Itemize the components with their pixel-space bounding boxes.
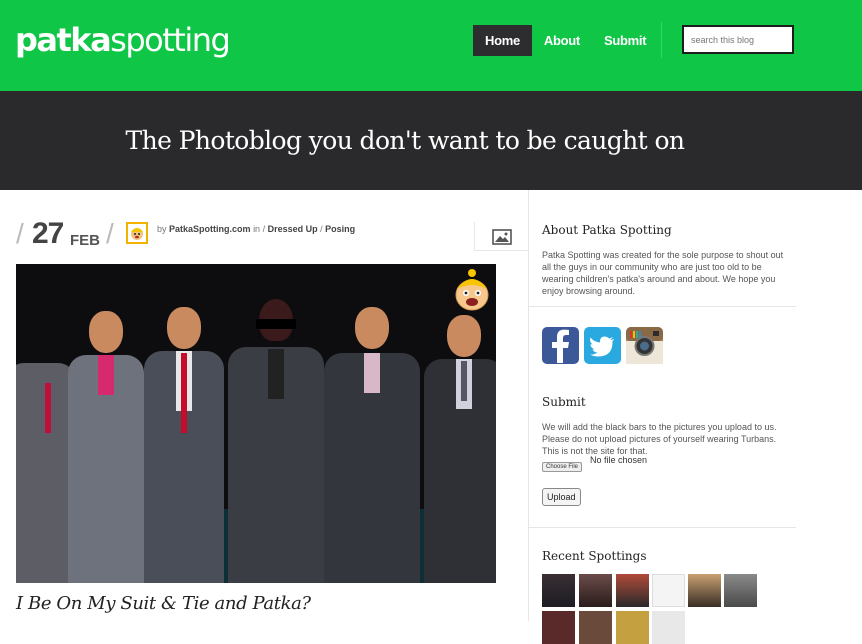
nav-about[interactable]: About bbox=[532, 25, 592, 56]
logo-bold: patka bbox=[15, 21, 112, 59]
photo-person bbox=[228, 299, 324, 583]
byline-in: in / bbox=[253, 224, 266, 234]
category-link-posing[interactable]: Posing bbox=[325, 224, 355, 234]
search-box bbox=[682, 25, 794, 54]
date-slash-left: / bbox=[16, 218, 24, 249]
instagram-link[interactable] bbox=[626, 327, 663, 364]
censor-bar bbox=[256, 319, 296, 329]
photo-person bbox=[424, 315, 496, 583]
post-image[interactable] bbox=[16, 264, 496, 583]
widget-separator bbox=[529, 306, 796, 307]
facebook-link[interactable] bbox=[542, 327, 579, 364]
logo-light: spotting bbox=[110, 21, 231, 59]
post-month: FEB bbox=[70, 232, 100, 249]
photo-person bbox=[324, 307, 420, 583]
choose-file-button[interactable]: Choose File bbox=[542, 462, 583, 472]
byline-by: by bbox=[157, 224, 167, 234]
recent-thumbnail[interactable] bbox=[652, 574, 685, 607]
submit-widget-text: We will add the black bars to the pictur… bbox=[542, 422, 777, 456]
recent-widget-title: Recent Spottings bbox=[542, 549, 647, 563]
recent-thumbnail[interactable] bbox=[616, 574, 649, 607]
recent-thumbnail[interactable] bbox=[542, 611, 575, 644]
file-status: No file chosen bbox=[590, 455, 648, 465]
nav-divider bbox=[661, 22, 662, 58]
nav-submit[interactable]: Submit bbox=[592, 25, 658, 56]
site-tagline: The Photoblog you don't want to be caugh… bbox=[125, 126, 685, 155]
instagram-icon bbox=[626, 327, 663, 364]
widget-separator bbox=[529, 527, 796, 528]
image-format-icon bbox=[492, 229, 512, 245]
recent-thumbnail[interactable] bbox=[579, 574, 612, 607]
facebook-icon bbox=[552, 329, 569, 363]
post-title[interactable]: I Be On My Suit & Tie and Patka? bbox=[16, 593, 311, 614]
nav-home[interactable]: Home bbox=[473, 25, 532, 56]
recent-thumbnail[interactable] bbox=[688, 574, 721, 607]
date-slash-right: / bbox=[106, 218, 114, 249]
search-input[interactable] bbox=[684, 27, 792, 52]
submit-widget-title: Submit bbox=[542, 395, 586, 409]
author-avatar[interactable] bbox=[126, 222, 148, 244]
patka-face-icon bbox=[455, 269, 489, 311]
site-logo[interactable]: patkaspotting bbox=[15, 20, 231, 60]
post-day: 27 bbox=[32, 217, 64, 250]
about-widget-title: About Patka Spotting bbox=[542, 223, 672, 237]
site-header: patkaspotting Home About Submit bbox=[0, 0, 862, 91]
recent-thumbnail[interactable] bbox=[616, 611, 649, 644]
category-link-dressed-up[interactable]: Dressed Up bbox=[268, 224, 318, 234]
post-meta: / 27 FEB / by PatkaSpotting.com in / Dre… bbox=[16, 217, 472, 250]
twitter-icon bbox=[590, 336, 614, 357]
author-link[interactable]: PatkaSpotting.com bbox=[169, 224, 251, 234]
main-nav: Home About Submit bbox=[473, 25, 658, 56]
post-byline: by PatkaSpotting.com in / Dressed Up / P… bbox=[157, 224, 355, 234]
photo-person bbox=[16, 323, 76, 583]
tagline-band: The Photoblog you don't want to be caugh… bbox=[0, 91, 862, 190]
photo-person bbox=[68, 311, 144, 583]
photo-person bbox=[144, 307, 224, 583]
about-widget-text: Patka Spotting was created for the sole … bbox=[542, 250, 784, 296]
recent-thumbnail[interactable] bbox=[542, 574, 575, 607]
post-format bbox=[474, 222, 529, 251]
recent-thumbnail[interactable] bbox=[579, 611, 612, 644]
recent-thumbnail[interactable] bbox=[652, 611, 685, 644]
upload-button[interactable]: Upload bbox=[542, 488, 581, 506]
sidebar-divider bbox=[528, 190, 529, 621]
recent-thumbnail[interactable] bbox=[724, 574, 757, 607]
category-separator: / bbox=[320, 224, 323, 234]
twitter-link[interactable] bbox=[584, 327, 621, 364]
